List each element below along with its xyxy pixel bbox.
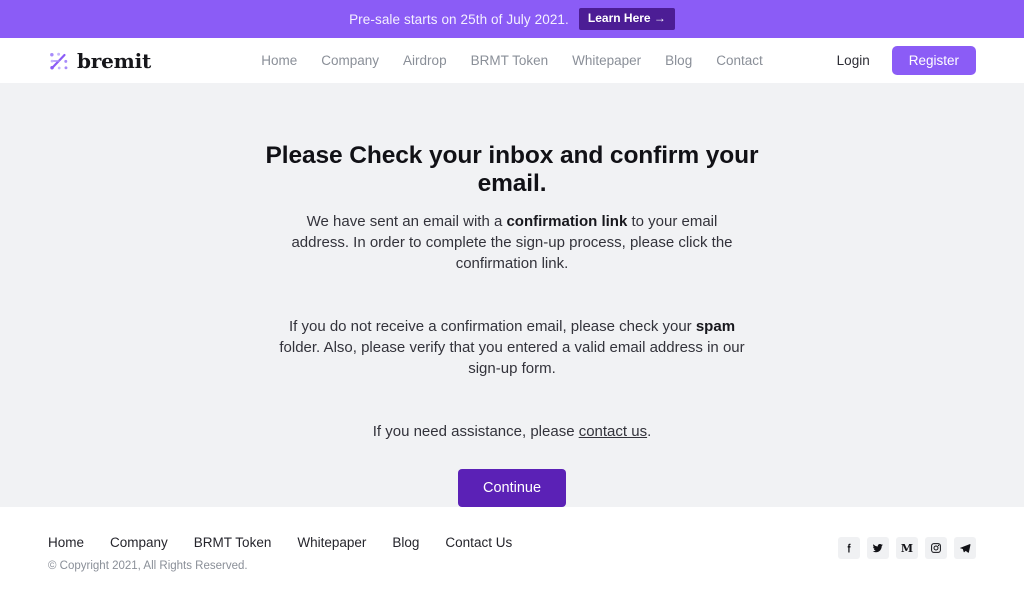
spam-emphasis: spam [695, 318, 736, 335]
medium-icon[interactable]: M [896, 537, 918, 559]
medium-icon-glyph: M [900, 541, 914, 555]
register-button[interactable]: Register [891, 46, 976, 75]
spam-paragraph-part1: If you do not receive a confirmation ema… [288, 318, 696, 335]
login-link[interactable]: Login [837, 53, 870, 68]
confirmation-paragraph: We have sent an email with a confirmatio… [290, 211, 735, 274]
spam-paragraph: If you do not receive a confirmation ema… [277, 316, 747, 379]
twitter-icon[interactable] [867, 537, 889, 559]
footer-item-contact-us[interactable]: Contact Us [445, 535, 512, 550]
facebook-icon[interactable] [838, 537, 860, 559]
main-content: Please Check your inbox and confirm your… [0, 83, 1024, 507]
assistance-paragraph-part1: If you need assistance, please [372, 423, 579, 440]
footer-item-whitepaper[interactable]: Whitepaper [297, 535, 366, 550]
brand-logo[interactable]: bremit [48, 49, 151, 73]
continue-button[interactable]: Continue [457, 469, 567, 507]
promo-banner: Pre-sale starts on 25th of July 2021. Le… [0, 0, 1024, 38]
footer-item-blog[interactable]: Blog [392, 535, 419, 550]
confirm-email-panel: Please Check your inbox and confirm your… [232, 142, 792, 507]
nav-item-contact[interactable]: Contact [716, 53, 763, 68]
contact-us-link[interactable]: contact us [579, 423, 647, 440]
copyright-text: © Copyright 2021, All Rights Reserved. [48, 560, 248, 572]
nav-item-whitepaper[interactable]: Whitepaper [572, 53, 641, 68]
page-title: Please Check your inbox and confirm your… [265, 142, 759, 197]
network-graph-icon [48, 50, 70, 72]
social-links: M [838, 535, 976, 559]
telegram-icon[interactable] [954, 537, 976, 559]
confirmation-link-emphasis: confirmation link [506, 213, 628, 230]
nav-item-home[interactable]: Home [261, 53, 297, 68]
site-header: bremit Home Company Airdrop BRMT Token W… [0, 38, 1024, 83]
brand-name: bremit [77, 48, 152, 73]
promo-text: Pre-sale starts on 25th of July 2021. [349, 11, 569, 27]
nav-item-blog[interactable]: Blog [665, 53, 692, 68]
footer-item-brmt-token[interactable]: BRMT Token [194, 535, 272, 550]
assistance-paragraph: If you need assistance, please contact u… [277, 421, 747, 442]
header-actions: Login Register [837, 46, 976, 75]
footer-navigation: Home Company BRMT Token Whitepaper Blog … [48, 535, 512, 550]
confirmation-paragraph-part1: We have sent an email with a [306, 213, 507, 230]
footer-item-home[interactable]: Home [48, 535, 84, 550]
spam-paragraph-part2: folder. Also, please verify that you ent… [279, 339, 745, 377]
learn-here-button[interactable]: Learn Here → [578, 7, 675, 31]
site-footer: Home Company BRMT Token Whitepaper Blog … [0, 507, 1024, 591]
nav-item-company[interactable]: Company [321, 53, 379, 68]
nav-item-brmt-token[interactable]: BRMT Token [471, 53, 549, 68]
main-navigation: Home Company Airdrop BRMT Token Whitepap… [261, 53, 762, 68]
footer-left: Home Company BRMT Token Whitepaper Blog … [48, 535, 512, 572]
footer-item-company[interactable]: Company [110, 535, 168, 550]
instagram-icon[interactable] [925, 537, 947, 559]
assistance-paragraph-part2: . [647, 423, 652, 440]
page-root: Pre-sale starts on 25th of July 2021. Le… [0, 0, 1024, 591]
nav-item-airdrop[interactable]: Airdrop [403, 53, 447, 68]
